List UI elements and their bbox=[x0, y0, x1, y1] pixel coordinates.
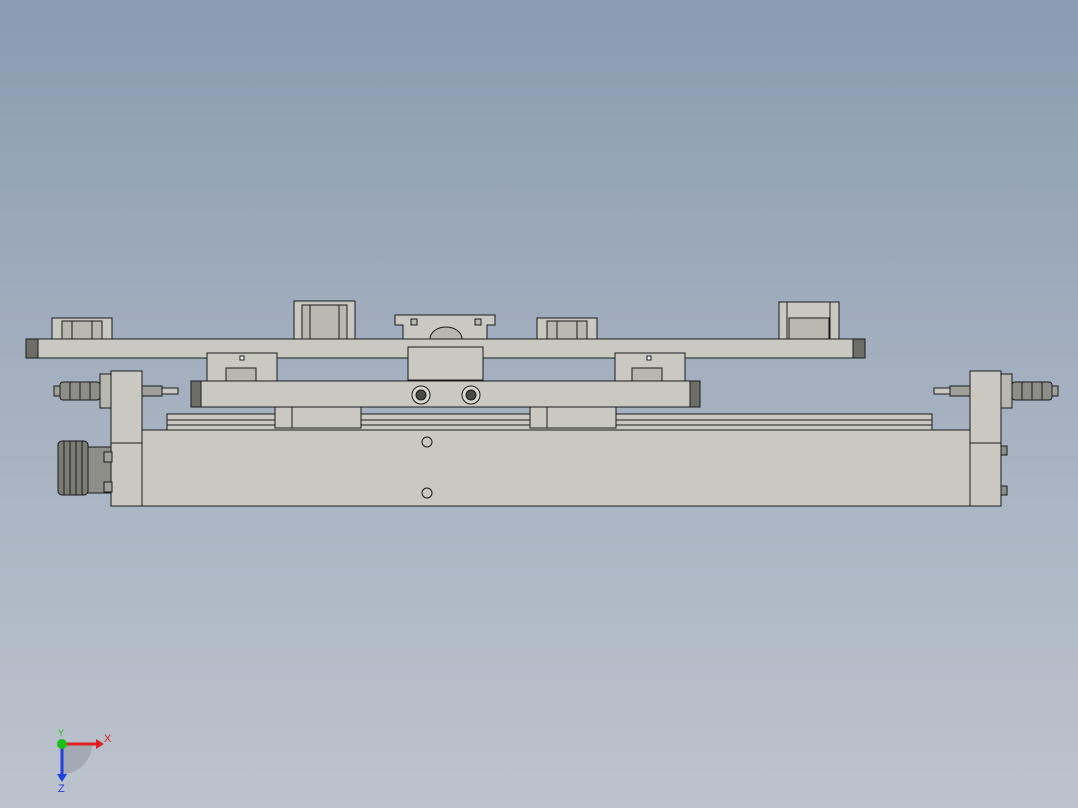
end-plate-left[interactable] bbox=[110, 370, 143, 507]
bolt-head-left bbox=[411, 385, 431, 405]
coordinate-triad: X Y Z bbox=[40, 722, 130, 802]
base-body[interactable] bbox=[141, 429, 971, 507]
guide-block-right[interactable] bbox=[614, 352, 686, 386]
guide-block-left[interactable] bbox=[206, 352, 278, 386]
middle-slide-plate[interactable] bbox=[190, 380, 701, 408]
bolt-head-right bbox=[461, 385, 481, 405]
nut-holder-bracket[interactable] bbox=[394, 314, 496, 340]
graphics-viewport[interactable]: X Y Z bbox=[0, 0, 1078, 808]
lower-carriage-left[interactable] bbox=[274, 406, 362, 429]
clamp-bracket-center-right[interactable] bbox=[536, 317, 598, 340]
lower-carriage-right[interactable] bbox=[529, 406, 617, 429]
triad-x-label: X bbox=[104, 733, 112, 745]
cad-model[interactable] bbox=[0, 0, 1078, 808]
triad-z-label: Z bbox=[58, 783, 65, 795]
clamp-bracket-left[interactable] bbox=[51, 317, 113, 340]
triad-axes-icon bbox=[57, 739, 104, 782]
clamp-bracket-center-left[interactable] bbox=[293, 300, 356, 340]
triad-y-label: Y bbox=[58, 728, 65, 738]
motor-coupling[interactable] bbox=[57, 440, 113, 496]
clamp-bracket-right[interactable] bbox=[778, 301, 840, 340]
